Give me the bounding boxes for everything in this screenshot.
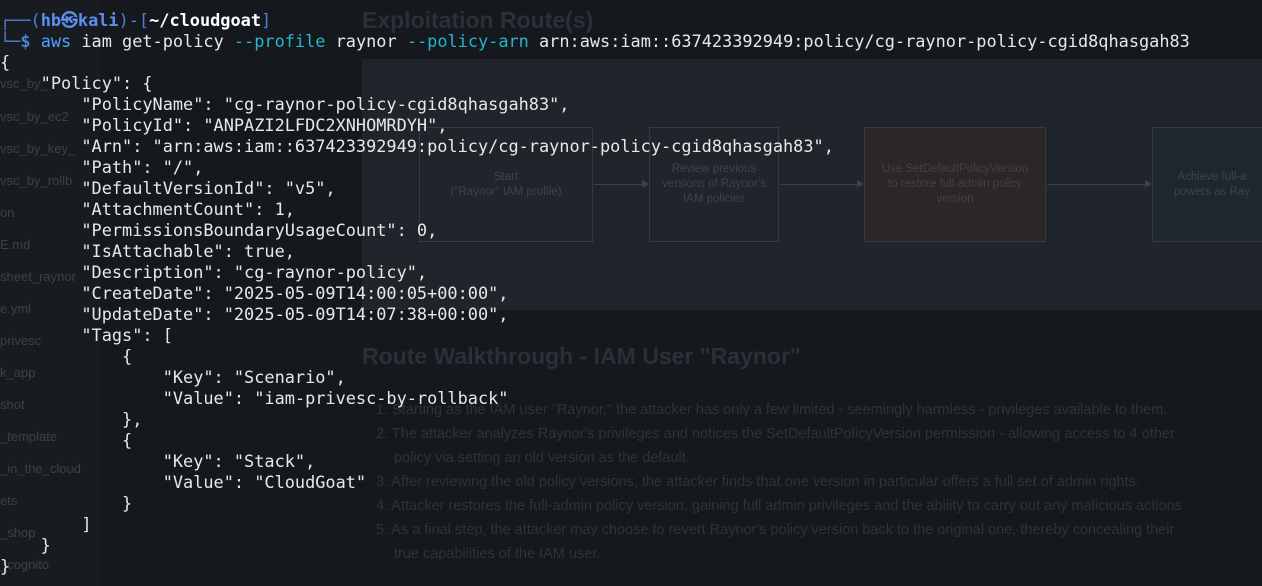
output-line: "Arn": "arn:aws:iam::637423392949:policy… (0, 136, 834, 156)
output-line: } (0, 556, 11, 576)
prompt-corner: ┌──( (0, 10, 41, 30)
command-args: iam get-policy (71, 31, 234, 51)
output-line: }, (0, 409, 143, 429)
output-line: "UpdateDate": "2025-05-09T14:07:38+00:00… (0, 304, 509, 324)
output-line: "Value": "iam-privesc-by-rollback" (0, 388, 509, 408)
prompt-dollar: $ (20, 31, 31, 51)
terminal[interactable]: ┌──(hb㉿kali)-[~/cloudgoat] └─$ aws iam g… (0, 0, 1262, 586)
output-line: { (0, 52, 11, 72)
kali-logo-icon: ㉿ (61, 10, 78, 30)
prompt-corner: └─ (0, 31, 21, 51)
output-line: "Policy": { (0, 73, 153, 93)
output-line: "Path": "/", (0, 157, 204, 177)
output-line: "PolicyName": "cg-raynor-policy-cgid8qha… (0, 94, 570, 114)
prompt-path: ~/cloudgoat (149, 10, 261, 30)
output-line: "CreateDate": "2025-05-09T14:00:05+00:00… (0, 283, 509, 303)
command-line[interactable]: └─$ aws iam get-policy --profile raynor … (0, 31, 1190, 52)
output-line: "Description": "cg-raynor-policy", (0, 262, 428, 282)
prompt-user: hb (40, 10, 62, 30)
output-line: "PolicyId": "ANPAZI2LFDC2XNHOMRDYH", (0, 115, 448, 135)
output-line: "PermissionsBoundaryUsageCount": 0, (0, 220, 438, 240)
output-line: "DefaultVersionId": "v5", (0, 178, 336, 198)
prompt-separator: )-[ (118, 10, 150, 30)
output-line: } (0, 535, 51, 555)
output-line: "Key": "Scenario", (0, 367, 346, 387)
command-arn-value: arn:aws:iam::637423392949:policy/cg-rayn… (528, 31, 1190, 51)
command-flag-profile: --profile (233, 31, 326, 51)
output-line: "IsAttachable": true, (0, 241, 295, 261)
output-line: { (0, 346, 133, 366)
output-line: ] (0, 514, 92, 534)
output-line: "AttachmentCount": 1, (0, 199, 295, 219)
prompt-line: ┌──(hb㉿kali)-[~/cloudgoat] (0, 10, 271, 31)
prompt-close: ] (260, 10, 272, 30)
prompt-host: kali (77, 10, 119, 30)
output-line: "Value": "CloudGoat" (0, 472, 367, 492)
output-line: } (0, 493, 133, 513)
command-program: aws (40, 31, 72, 51)
output-line: "Tags": [ (0, 325, 173, 345)
command-flag-policy-arn: --policy-arn (406, 31, 529, 51)
command-profile-value: raynor (325, 31, 407, 51)
output-line: "Key": "Stack", (0, 451, 316, 471)
output-line: { (0, 430, 133, 450)
